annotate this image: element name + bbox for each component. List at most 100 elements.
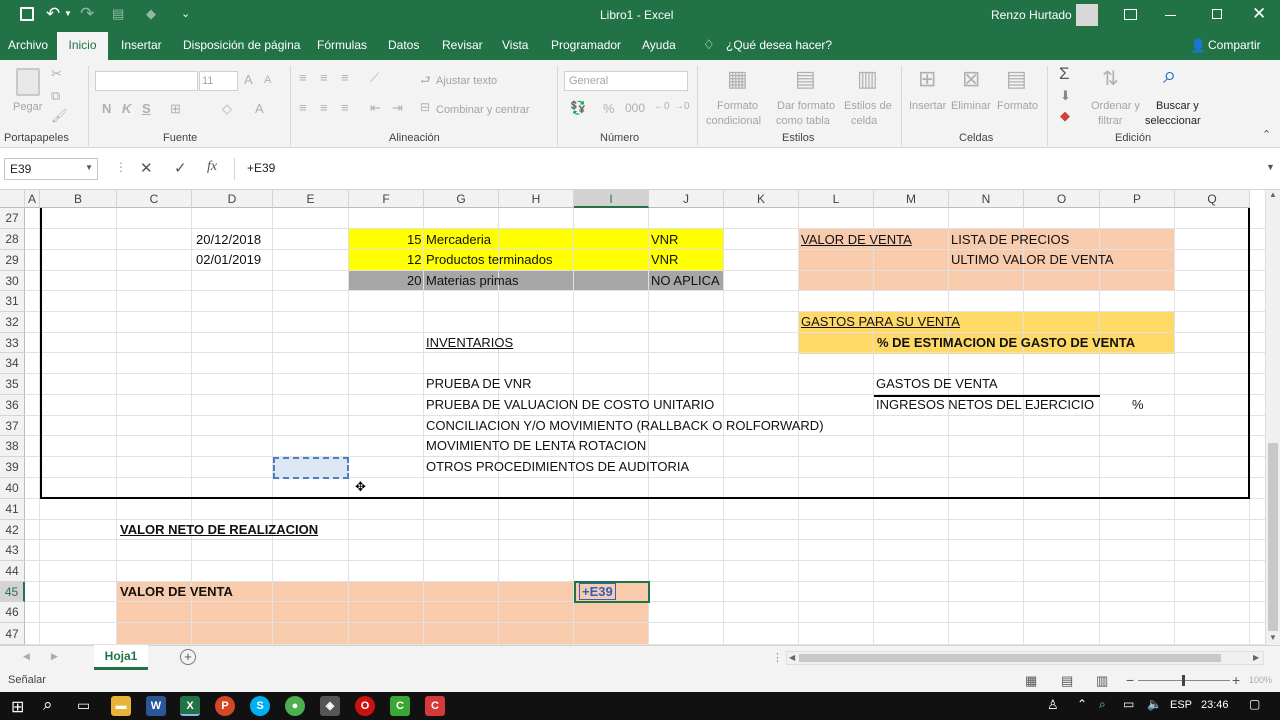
normal-view-icon[interactable]: ▦ <box>1025 673 1037 689</box>
percent-icon[interactable]: % <box>603 101 615 116</box>
find-select-icon[interactable]: ⌕ <box>1163 62 1176 90</box>
column-header-c[interactable]: C <box>117 190 192 208</box>
number-format-box[interactable]: General <box>564 71 688 91</box>
cell-p36[interactable]: % <box>1132 395 1144 415</box>
decrease-decimal-icon[interactable]: →0 <box>674 101 690 112</box>
task-view-icon[interactable]: ▭ <box>77 697 90 714</box>
cell-g33[interactable]: INVENTARIOS <box>426 333 513 353</box>
row-header-29[interactable]: 29 <box>0 250 25 271</box>
decrease-indent-icon[interactable]: ⇤ <box>370 100 381 116</box>
column-header-m[interactable]: M <box>874 190 949 208</box>
customize-toolbar-icon[interactable]: ⌄ <box>181 7 190 20</box>
format-cells-icon[interactable]: ▤ <box>1006 66 1027 92</box>
cell-g28[interactable]: Mercaderia <box>426 230 491 250</box>
fill-color-icon[interactable]: ◇ <box>222 101 232 117</box>
chevron-down-icon[interactable]: ▼ <box>85 163 93 172</box>
align-top-icon[interactable]: ≡ <box>299 70 307 85</box>
align-left-icon[interactable]: ≡ <box>299 100 307 115</box>
tab-disposicion[interactable]: Disposición de página <box>183 38 300 52</box>
expand-formula-icon[interactable]: ▼ <box>1266 162 1275 172</box>
tab-insertar[interactable]: Insertar <box>121 38 162 52</box>
cell-g38[interactable]: MOVIMIENTO DE LENTA ROTACION <box>426 436 646 456</box>
format-as-table-label-2[interactable]: como tabla <box>776 114 830 128</box>
font-name-box[interactable] <box>95 71 198 91</box>
sort-filter-label-1[interactable]: Ordenar y <box>1091 99 1140 113</box>
clear-icon[interactable]: ◆ <box>1060 108 1070 124</box>
insert-function-icon[interactable]: fx <box>207 159 217 175</box>
zoom-in-icon[interactable]: + <box>1232 672 1240 688</box>
row-header-42[interactable]: 42 <box>0 520 25 540</box>
save-icon[interactable] <box>20 7 34 21</box>
security-icon[interactable]: ⌕ <box>1099 697 1106 712</box>
worksheet-grid[interactable]: ABCDEFGHIJKLMNOPQ 27 28 29 30 31 32 33 34 35 36 37… <box>0 190 1265 645</box>
zoom-out-icon[interactable]: − <box>1126 672 1134 688</box>
cell-styles-label-2[interactable]: celda <box>851 114 877 128</box>
word-icon[interactable]: W <box>146 696 166 716</box>
merge-center-button[interactable]: Combinar y centrar <box>436 103 530 117</box>
tab-programador[interactable]: Programador <box>551 38 621 52</box>
cancel-icon[interactable]: ✕ <box>140 159 153 177</box>
cut-icon[interactable]: ✂ <box>51 66 62 82</box>
column-header-b[interactable]: B <box>40 190 117 208</box>
align-right-icon[interactable]: ≡ <box>341 100 349 115</box>
battery-icon[interactable]: ▭ <box>1123 697 1134 711</box>
row-header-44[interactable]: 44 <box>0 561 25 582</box>
active-cell-i45[interactable]: +E39 <box>574 581 650 603</box>
cell-m33[interactable]: % DE ESTIMACION DE GASTO DE VENTA <box>877 333 1135 353</box>
windows-start-icon[interactable]: ⊞ <box>11 697 24 717</box>
tab-ayuda[interactable]: Ayuda <box>642 38 676 52</box>
tab-datos[interactable]: Datos <box>388 38 419 52</box>
cell-g36[interactable]: PRUEBA DE VALUACION DE COSTO UNITARIO <box>426 395 714 415</box>
zoom-level[interactable]: 100% <box>1249 675 1272 685</box>
cell-c42[interactable]: VALOR NETO DE REALIZACION <box>120 520 318 540</box>
format-cells-button[interactable]: Formato <box>997 99 1038 113</box>
conditional-format-icon[interactable]: ▦ <box>727 66 748 92</box>
powerpoint-icon[interactable]: P <box>215 696 235 716</box>
scroll-left-icon[interactable]: ◀ <box>789 653 795 662</box>
cell-j30[interactable]: NO APLICA <box>651 271 720 291</box>
notifications-icon[interactable]: ▢ <box>1249 697 1260 711</box>
opera-icon[interactable]: O <box>355 696 375 716</box>
cell-m35[interactable]: GASTOS DE VENTA <box>876 374 998 394</box>
name-box[interactable]: E39 ▼ <box>4 158 98 180</box>
undo-dropdown-icon[interactable]: ▼ <box>64 9 72 18</box>
page-layout-icon[interactable]: ▤ <box>1061 673 1073 689</box>
conditional-format-label-1[interactable]: Formato <box>717 99 758 113</box>
align-bottom-icon[interactable]: ≡ <box>341 70 349 85</box>
copy-marquee-e39[interactable] <box>273 457 349 479</box>
align-middle-icon[interactable]: ≡ <box>320 70 328 85</box>
vertical-scroll-thumb[interactable] <box>1268 443 1278 631</box>
chrome-icon[interactable]: ● <box>285 696 305 716</box>
row-header-28[interactable]: 28 <box>0 229 25 250</box>
app-icon[interactable]: ◈ <box>320 696 340 716</box>
cell-d28[interactable]: 20/12/2018 <box>196 230 261 250</box>
fill-icon[interactable]: ⬇ <box>1060 88 1071 104</box>
wrap-text-button[interactable]: Ajustar texto <box>436 74 497 88</box>
find-select-label-2[interactable]: seleccionar <box>1145 114 1201 128</box>
horizontal-scroll-thumb[interactable] <box>799 654 1221 662</box>
cell-g35[interactable]: PRUEBA DE VNR <box>426 374 531 394</box>
font-color-icon[interactable]: A <box>255 101 264 116</box>
avatar[interactable] <box>1076 4 1098 26</box>
volume-icon[interactable]: 🔈 <box>1147 697 1162 711</box>
cell-m36[interactable]: INGRESOS NETOS DEL EJERCICIO <box>876 395 1094 415</box>
horizontal-scrollbar[interactable]: ◀ ▶ <box>786 651 1264 665</box>
column-header-d[interactable]: D <box>192 190 273 208</box>
row-header-47[interactable]: 47 <box>0 623 25 645</box>
skype-icon[interactable]: S <box>250 696 270 716</box>
enter-icon[interactable]: ✓ <box>174 159 187 177</box>
cell-styles-label-1[interactable]: Estilos de <box>844 99 892 113</box>
tab-inicio[interactable]: Inicio <box>57 32 108 60</box>
currency-icon[interactable]: 💱 <box>570 100 586 116</box>
row-header-43[interactable]: 43 <box>0 540 25 561</box>
insert-cells-button[interactable]: Insertar <box>909 99 946 113</box>
wrap-text-icon[interactable]: ⮐ <box>420 71 431 92</box>
cell-c45[interactable]: VALOR DE VENTA <box>120 582 233 602</box>
cell-l28[interactable]: VALOR DE VENTA <box>801 230 912 250</box>
format-painter-icon[interactable]: 🖌 <box>51 108 68 124</box>
cell-n28[interactable]: LISTA DE PRECIOS <box>951 230 1069 250</box>
increase-decimal-icon[interactable]: ←0 <box>654 101 670 112</box>
row-header-46[interactable]: 46 <box>0 602 25 623</box>
row-header-41[interactable]: 41 <box>0 499 25 520</box>
maximize-icon[interactable] <box>1212 9 1222 19</box>
